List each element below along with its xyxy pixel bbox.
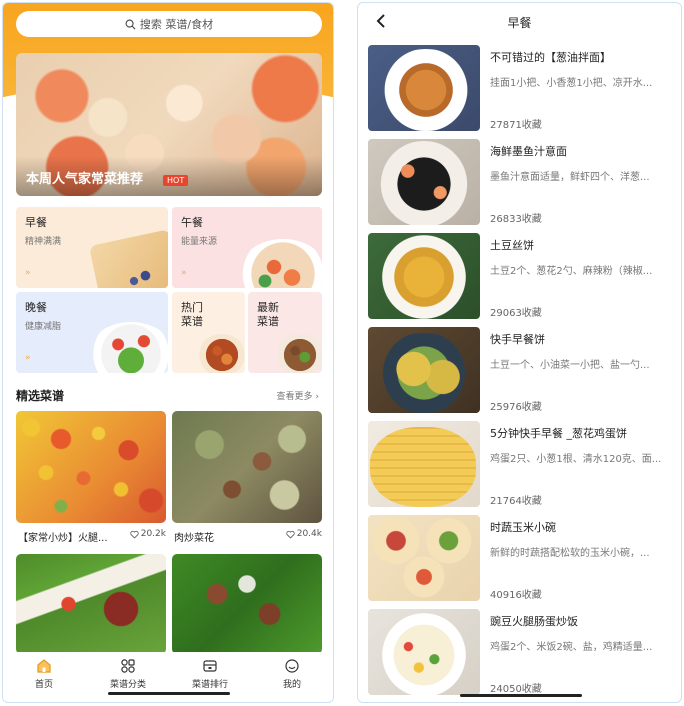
recipe-name: 【家常小炒】火腿... (18, 533, 108, 544)
grid-icon (121, 659, 135, 673)
recipe-card[interactable] (172, 554, 322, 654)
recipe-name: 海鲜墨鱼汁意面 (490, 145, 567, 158)
recipe-ingredients: 土豆一个、小油菜一小把、盐一勺... (490, 360, 650, 371)
category-subtitle: 健康减脂 (25, 322, 62, 332)
recipe-card[interactable]: 【家常小炒】火腿... 20.2k (16, 411, 166, 544)
home-icon (37, 659, 51, 673)
breakfast-list-screen: 早餐 不可错过的【葱油拌面】 挂面1小把、小香葱1小把、凉开水... 27871… (357, 2, 682, 703)
see-more-link[interactable]: 查看更多 › (277, 389, 319, 402)
search-input[interactable]: 搜索 菜谱/食材 (16, 11, 322, 37)
list-item[interactable]: 土豆丝饼 土豆2个、葱花2勺、麻辣粉（辣椒... 29063收藏 (368, 233, 676, 327)
list-item[interactable]: 5分钟快手早餐 _葱花鸡蛋饼 鸡蛋2只、小葱1根、清水120克、面... 217… (368, 421, 676, 515)
recipe-likes: 20.2k (130, 529, 166, 539)
bottom-tab-bar: 首页 菜谱分类 菜谱排行 我的 (3, 652, 333, 702)
banner-title: 本周人气家常菜推荐 (26, 172, 144, 187)
recipe-thumbnail (368, 327, 480, 413)
recipe-name: 土豆丝饼 (490, 239, 534, 252)
tab-label: 首页 (34, 680, 53, 690)
ranking-icon (203, 660, 217, 672)
toast-image (88, 229, 168, 288)
category-subtitle: 精神满满 (25, 237, 62, 247)
category-lunch[interactable]: 午餐 能量来源 » (172, 207, 322, 288)
recipe-thumbnail (368, 609, 480, 695)
home-screen: 搜索 菜谱/食材 本周人气家常菜推荐 HOT 早餐 精神满满 » 午餐 能量来源… (2, 2, 334, 703)
list-item[interactable]: 快手早餐饼 土豆一个、小油菜一小把、盐一勺... 25976收藏 (368, 327, 676, 421)
recipe-name: 肉炒菜花 (174, 533, 214, 544)
recipe-thumbnail (368, 45, 480, 131)
hot-badge: HOT (163, 175, 189, 186)
recipe-name: 豌豆火腿肠蛋炒饭 (490, 615, 578, 628)
tab-label: 我的 (282, 680, 301, 690)
recipe-image (16, 554, 166, 654)
recipe-card[interactable]: 肉炒菜花 20.4k (172, 411, 322, 544)
category-title: 午餐 (181, 216, 203, 229)
list-item[interactable]: 豌豆火腿肠蛋炒饭 鸡蛋2个、米饭2碗、盐，鸡精适量... 24050收藏 (368, 609, 676, 702)
home-indicator (460, 694, 582, 697)
heart-icon (130, 530, 139, 538)
recipe-ingredients: 土豆2个、葱花2勺、麻辣粉（辣椒... (490, 266, 653, 277)
recipe-name: 5分钟快手早餐 _葱花鸡蛋饼 (490, 427, 627, 440)
recipe-likes: 20.4k (286, 529, 322, 539)
featured-banner[interactable]: 本周人气家常菜推荐 HOT (16, 53, 322, 196)
recipe-card[interactable] (16, 554, 166, 654)
search-icon (125, 19, 136, 29)
heart-icon (286, 530, 295, 538)
profile-icon (285, 659, 299, 673)
category-dinner[interactable]: 晚餐 健康减脂 » (16, 292, 168, 373)
recipe-name: 快手早餐饼 (490, 333, 545, 346)
search-placeholder: 搜索 菜谱/食材 (139, 18, 214, 31)
home-indicator (108, 692, 230, 695)
category-new-recipes[interactable]: 最新 菜谱 (248, 292, 322, 373)
favorites-count: 40916收藏 (490, 590, 542, 601)
new-dish-image (276, 334, 322, 373)
category-hot-recipes[interactable]: 热门 菜谱 (172, 292, 245, 373)
recipe-ingredients: 鸡蛋2只、小葱1根、清水120克、面... (490, 454, 662, 465)
tab-label: 菜谱分类 (109, 680, 146, 690)
double-chevron-icon: » (181, 268, 187, 278)
recipe-name: 时蔬玉米小碗 (490, 521, 556, 534)
likes-count: 20.2k (140, 529, 166, 539)
category-title: 热门 菜谱 (181, 301, 203, 328)
double-chevron-icon: » (25, 353, 31, 363)
recipe-ingredients: 鸡蛋2个、米饭2碗、盐，鸡精适量... (490, 642, 653, 653)
nav-bar: 早餐 (358, 3, 681, 41)
section-title: 精选菜谱 (16, 389, 65, 405)
page-title: 早餐 (507, 16, 532, 30)
tab-profile[interactable]: 我的 (262, 658, 322, 690)
recipe-thumbnail (368, 515, 480, 601)
category-breakfast[interactable]: 早餐 精神满满 » (16, 207, 168, 288)
favorites-count: 29063收藏 (490, 308, 542, 319)
shrimp-dish-image (238, 239, 322, 288)
recipe-image (172, 411, 322, 523)
recipe-name: 不可错过的【葱油拌面】 (490, 51, 611, 64)
favorites-count: 26833收藏 (490, 214, 542, 225)
likes-count: 20.4k (296, 529, 322, 539)
list-item[interactable]: 海鲜墨鱼汁意面 墨鱼汁意面适量，鲜虾四个、洋葱... 26833收藏 (368, 139, 676, 233)
category-title: 早餐 (25, 216, 47, 229)
category-title: 晚餐 (25, 301, 47, 314)
recipe-thumbnail (368, 421, 480, 507)
recipe-ingredients: 墨鱼汁意面适量，鲜虾四个、洋葱... (490, 172, 650, 183)
recipe-image (172, 554, 322, 654)
recipe-image (16, 411, 166, 523)
salad-image (88, 322, 168, 373)
favorites-count: 24050收藏 (490, 684, 542, 695)
double-chevron-icon: » (25, 268, 31, 278)
favorites-count: 21764收藏 (490, 496, 542, 507)
recipe-thumbnail (368, 139, 480, 225)
tab-ranking[interactable]: 菜谱排行 (180, 658, 240, 690)
favorites-count: 25976收藏 (490, 402, 542, 413)
list-item[interactable]: 不可错过的【葱油拌面】 挂面1小把、小香葱1小把、凉开水... 27871收藏 (368, 45, 676, 139)
tab-home[interactable]: 首页 (14, 658, 74, 690)
category-title: 最新 菜谱 (257, 301, 279, 328)
list-item[interactable]: 时蔬玉米小碗 新鲜的时蔬搭配松软的玉米小碗，... 40916收藏 (368, 515, 676, 609)
tab-categories[interactable]: 菜谱分类 (98, 658, 158, 690)
hot-dish-image (198, 334, 245, 373)
category-subtitle: 能量来源 (181, 237, 218, 247)
recipe-thumbnail (368, 233, 480, 319)
tab-label: 菜谱排行 (191, 680, 228, 690)
recipe-ingredients: 新鲜的时蔬搭配松软的玉米小碗，... (490, 548, 650, 559)
favorites-count: 27871收藏 (490, 120, 542, 131)
recipe-ingredients: 挂面1小把、小香葱1小把、凉开水... (490, 78, 653, 89)
